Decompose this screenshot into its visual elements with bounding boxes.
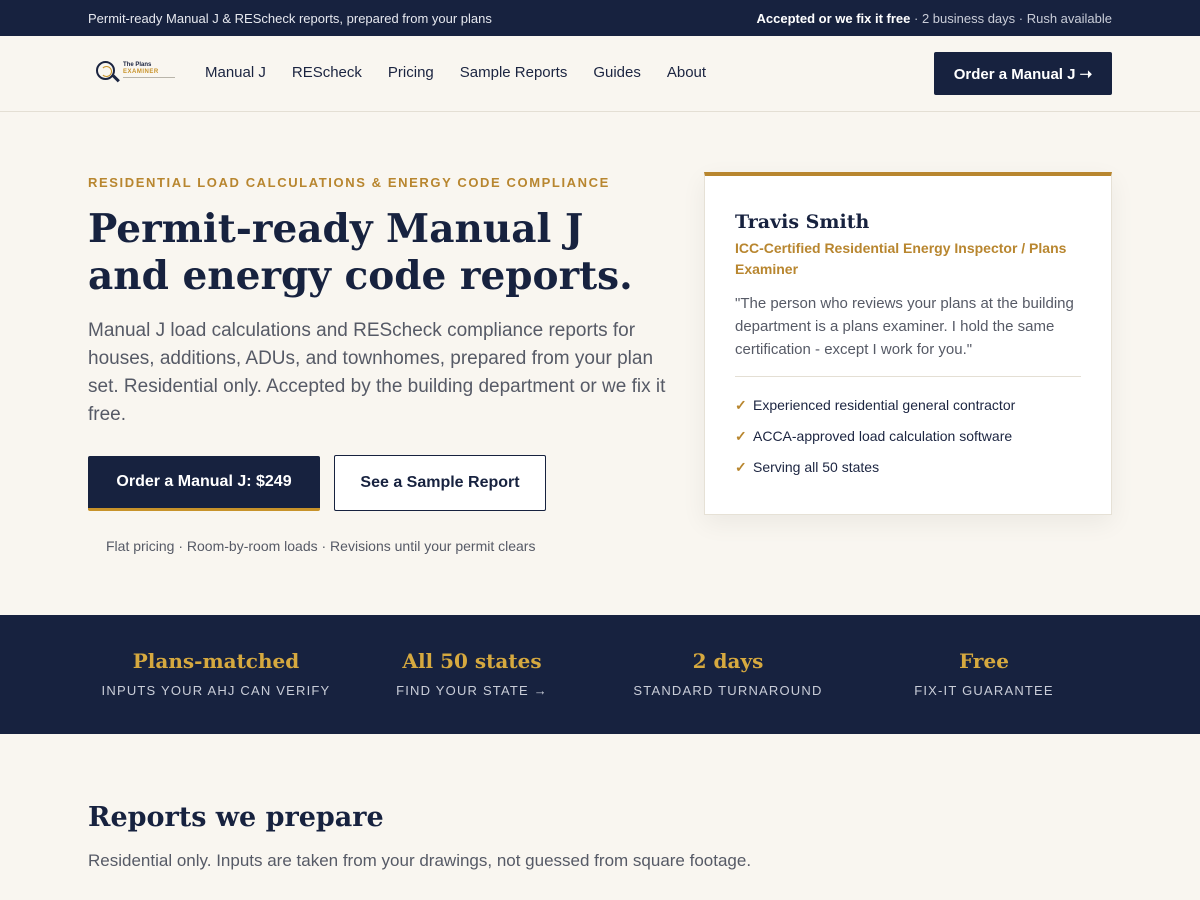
- topbar-guarantee: Accepted or we fix it free · 2 business …: [757, 11, 1113, 26]
- logo-text-line1: The Plans: [123, 62, 152, 68]
- stat-label: STANDARD TURNAROUND: [633, 683, 823, 698]
- nav-about[interactable]: About: [667, 64, 706, 81]
- stat-all-states[interactable]: All 50 states FIND YOUR STATE →: [344, 649, 600, 698]
- topbar-tagline: Permit-ready Manual J & REScheck reports…: [88, 11, 492, 26]
- nav-manual-j[interactable]: Manual J: [205, 64, 266, 81]
- site-header: The Plans EXAMINER Manual J REScheck Pri…: [0, 36, 1200, 112]
- order-manual-j-button[interactable]: Order a Manual J: $249: [88, 456, 320, 511]
- magnifier-handle: [112, 74, 120, 83]
- card-divider: [735, 376, 1081, 377]
- nav-rescheck[interactable]: REScheck: [292, 64, 362, 81]
- credential-item: ✓ Serving all 50 states: [735, 459, 1015, 490]
- stat-value: Plans-matched: [132, 649, 300, 673]
- examiner-quote: "The person who reviews your plans at th…: [735, 295, 1074, 358]
- nav-guides[interactable]: Guides: [593, 64, 641, 81]
- examiner-card: Travis Smith ICC-Certified Residential E…: [704, 172, 1112, 515]
- check-icon: ✓: [735, 459, 747, 475]
- credential-text: Experienced residential general contract…: [753, 397, 1016, 413]
- stat-value: All 50 states: [402, 649, 542, 673]
- stat-turnaround: 2 days STANDARD TURNAROUND: [600, 649, 856, 698]
- stat-label: FIX-IT GUARANTEE: [914, 683, 1054, 698]
- site-logo[interactable]: The Plans EXAMINER: [94, 58, 178, 88]
- nav-pricing[interactable]: Pricing: [388, 64, 434, 81]
- check-icon: ✓: [735, 428, 747, 444]
- hero-note: Flat pricing · Room-by-room loads · Revi…: [106, 538, 536, 554]
- credential-text: Serving all 50 states: [753, 459, 880, 475]
- credential-list: ✓ Experienced residential general contrac…: [735, 397, 1015, 490]
- stats-band: Plans-matched INPUTS YOUR AHJ CAN VERIFY…: [0, 615, 1200, 734]
- find-your-state-link[interactable]: FIND YOUR STATE →: [344, 683, 600, 698]
- order-manual-j-nav-button[interactable]: Order a Manual J ➝: [934, 52, 1112, 95]
- announcement-bar: Permit-ready Manual J & REScheck reports…: [0, 0, 1200, 36]
- section-title: Reports we prepare: [88, 802, 384, 833]
- main-nav: Manual J REScheck Pricing Sample Reports…: [205, 64, 732, 81]
- credential-item: ✓ Experienced residential general contrac…: [735, 397, 1015, 428]
- logo-text-line2: EXAMINER: [123, 69, 159, 75]
- examiner-name: Travis Smith: [735, 211, 870, 233]
- stat-label: INPUTS YOUR AHJ CAN VERIFY: [101, 683, 331, 698]
- stat-guarantee: Free FIX-IT GUARANTEE: [856, 649, 1112, 698]
- logo-rule: [123, 77, 175, 78]
- hero-eyebrow: RESIDENTIAL LOAD CALCULATIONS & ENERGY C…: [88, 175, 610, 190]
- check-icon: ✓: [735, 397, 747, 413]
- stat-value: Free: [959, 649, 1009, 673]
- credential-text: ACCA-approved load calculation software: [753, 428, 1013, 444]
- topbar-details: · 2 business days · Rush available: [910, 11, 1112, 26]
- credential-item: ✓ ACCA-approved load calculation software: [735, 428, 1015, 459]
- hero-description: Manual J load calculations and REScheck …: [88, 320, 666, 425]
- stat-plans-matched: Plans-matched INPUTS YOUR AHJ CAN VERIFY: [88, 649, 344, 698]
- stat-value: 2 days: [692, 649, 764, 673]
- sample-report-button[interactable]: See a Sample Report: [334, 455, 546, 511]
- hero-title: Permit-ready Manual J and energy code re…: [88, 206, 633, 299]
- examiner-role: ICC-Certified Residential Energy Inspect…: [735, 240, 1067, 277]
- topbar-guarantee-bold: Accepted or we fix it free: [756, 11, 911, 26]
- nav-sample-reports[interactable]: Sample Reports: [460, 64, 568, 81]
- section-subtitle: Residential only. Inputs are taken from …: [88, 851, 752, 870]
